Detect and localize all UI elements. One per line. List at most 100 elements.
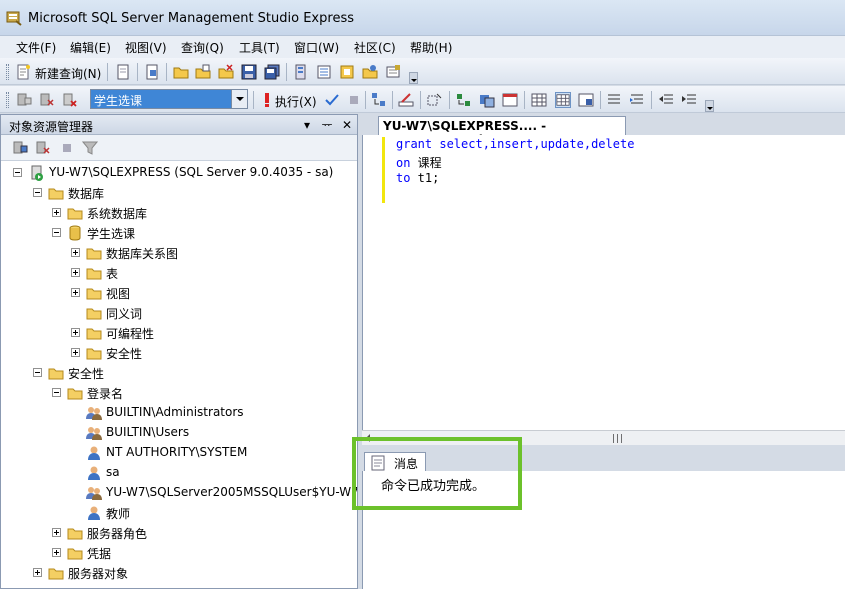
expand-icon[interactable]	[71, 328, 80, 337]
tree-label: 视图	[106, 287, 131, 301]
connect-icon[interactable]	[16, 92, 32, 108]
new-query-button[interactable]: 新建查询(N)	[35, 65, 101, 82]
toolbar-overflow-button[interactable]	[409, 72, 418, 84]
chevron-down-icon[interactable]	[231, 90, 247, 108]
parse-checkmark-icon[interactable]	[324, 92, 340, 108]
expand-icon[interactable]	[71, 288, 80, 297]
available-databases-dropdown[interactable]: 学生选课	[90, 89, 248, 109]
disconnect-icon[interactable]	[39, 92, 55, 108]
query-editor-tab[interactable]: YU-W7\SQLEXPRESS.... - SQLQuery6.sql*	[378, 116, 626, 147]
database-icon	[69, 225, 81, 241]
tree-label: 服务器角色	[87, 527, 148, 541]
folder-icon	[67, 548, 83, 560]
sql-keyword: to	[396, 171, 411, 185]
menu-bar: 文件(F) 编辑(E) 视图(V) 查询(Q) 工具(T) 窗口(W) 社区(C…	[0, 36, 845, 58]
collapse-icon[interactable]	[52, 228, 61, 237]
change-connection-icon[interactable]	[62, 92, 78, 108]
panel-dropdown-icon[interactable]: ▾	[299, 117, 315, 133]
menu-view[interactable]: 视图(V)	[123, 39, 169, 56]
open-file-icon[interactable]	[195, 64, 211, 80]
object-explorer-header: 对象资源管理器 ▾ ᅲ ✕	[1, 115, 357, 135]
code-line-1[interactable]: grant select,insert,update,delete	[396, 137, 634, 151]
editor-horizontal-scrollbar[interactable]: |||	[362, 430, 845, 445]
registered-servers-icon[interactable]	[293, 64, 309, 80]
stop-icon[interactable]	[59, 140, 75, 156]
expand-icon[interactable]	[33, 568, 42, 577]
tree-label: 学生选课	[87, 227, 136, 241]
sql-keyword: on	[396, 156, 411, 170]
title-bar: Microsoft SQL Server Management Studio E…	[0, 0, 845, 36]
results-to-text-icon[interactable]	[502, 92, 518, 108]
folder-icon	[86, 308, 102, 320]
template-explorer-icon[interactable]	[339, 64, 355, 80]
new-project-icon[interactable]	[144, 64, 160, 80]
folder-icon	[86, 348, 102, 360]
toolbar-grip[interactable]	[6, 64, 9, 80]
scroll-thumb-grip[interactable]: |||	[612, 434, 624, 444]
cancel-query-icon[interactable]	[346, 92, 362, 108]
results-to-grid-active-icon[interactable]	[555, 92, 571, 108]
group-login-icon	[86, 487, 102, 500]
expand-icon[interactable]	[71, 348, 80, 357]
toolbar-overflow-button[interactable]	[705, 100, 714, 112]
messages-tab[interactable]: 消息	[364, 452, 426, 472]
expand-icon[interactable]	[71, 268, 80, 277]
menu-query[interactable]: 查询(Q)	[179, 39, 226, 56]
results-to-grid-icon[interactable]	[531, 92, 547, 108]
open-project-icon[interactable]	[218, 64, 234, 80]
specify-values-icon[interactable]	[427, 92, 443, 108]
comment-out-icon[interactable]	[606, 92, 622, 108]
design-query-icon[interactable]	[398, 92, 414, 108]
expand-icon[interactable]	[71, 248, 80, 257]
toolbar-separator	[651, 91, 652, 109]
menu-tools[interactable]: 工具(T)	[237, 39, 282, 56]
sql-keyword: grant	[396, 137, 433, 151]
filter-icon[interactable]	[82, 140, 98, 156]
decrease-indent-icon[interactable]	[658, 92, 674, 108]
scroll-left-icon[interactable]	[366, 434, 370, 442]
standard-toolbar: 新建查询(N)	[0, 58, 845, 85]
properties-icon[interactable]	[385, 64, 401, 80]
open-folder-icon[interactable]	[173, 64, 189, 80]
results-to-file-icon[interactable]	[578, 92, 594, 108]
expand-icon[interactable]	[52, 528, 61, 537]
save-icon[interactable]	[241, 64, 257, 80]
summary-icon[interactable]	[362, 64, 378, 80]
tree-label: 可编程性	[106, 327, 155, 341]
toolbar-separator	[365, 91, 366, 109]
expand-icon[interactable]	[52, 548, 61, 557]
toolbar-separator	[420, 91, 421, 109]
folder-icon	[86, 328, 102, 340]
new-file-icon[interactable]	[115, 64, 131, 80]
disconnect-icon[interactable]	[35, 140, 51, 156]
menu-window[interactable]: 窗口(W)	[292, 39, 341, 56]
object-explorer-icon[interactable]	[316, 64, 332, 80]
menu-file[interactable]: 文件(F)	[14, 39, 58, 56]
uncomment-icon[interactable]	[629, 92, 645, 108]
tree-label: 数据库	[68, 187, 105, 201]
execute-button[interactable]: 执行(X)	[275, 93, 317, 110]
close-icon[interactable]: ✕	[339, 117, 355, 133]
toolbar-separator	[137, 63, 138, 81]
code-line-3[interactable]: to t1;	[396, 171, 439, 185]
menu-community[interactable]: 社区(C)	[352, 39, 398, 56]
collapse-icon[interactable]	[52, 388, 61, 397]
client-statistics-icon[interactable]	[479, 92, 495, 108]
display-plan-icon[interactable]	[371, 92, 387, 108]
collapse-icon[interactable]	[33, 368, 42, 377]
increase-indent-icon[interactable]	[681, 92, 697, 108]
collapse-icon[interactable]	[33, 188, 42, 197]
folder-icon	[48, 188, 64, 200]
menu-edit[interactable]: 编辑(E)	[68, 39, 113, 56]
expand-icon[interactable]	[52, 208, 61, 217]
tree-label: BUILTIN\Administrators	[106, 405, 244, 419]
toolbar-grip[interactable]	[6, 92, 9, 108]
include-plan-icon[interactable]	[456, 92, 472, 108]
menu-help[interactable]: 帮助(H)	[408, 39, 454, 56]
code-line-2[interactable]: on 课程	[396, 154, 442, 171]
connect-icon[interactable]	[12, 140, 28, 156]
pin-icon[interactable]: ᅲ	[319, 117, 335, 133]
collapse-icon[interactable]	[13, 168, 22, 177]
results-tab-strip	[362, 445, 845, 471]
save-all-icon[interactable]	[264, 64, 280, 80]
